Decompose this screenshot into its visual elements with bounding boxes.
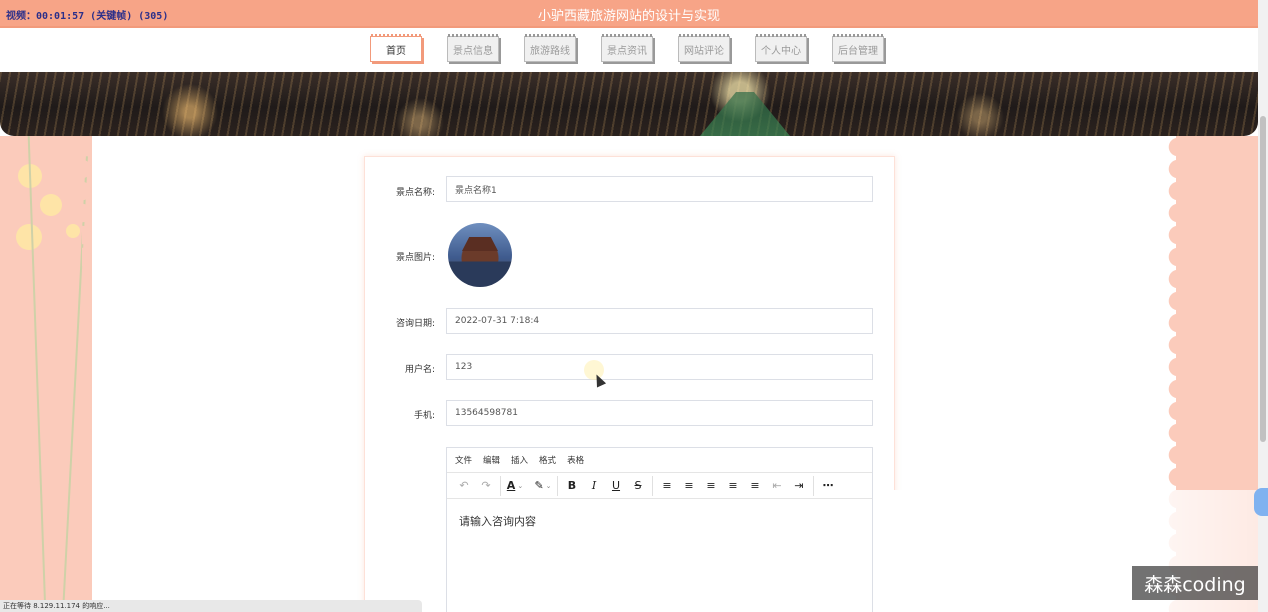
floating-widget-icon[interactable]	[1254, 488, 1268, 516]
toolbar-divider	[652, 475, 653, 496]
username-field[interactable]: 123	[446, 354, 873, 380]
editor-menu-insert[interactable]: 插入	[511, 454, 528, 466]
date-field[interactable]: 2022-07-31 7:18:4	[446, 308, 873, 334]
undo-icon[interactable]: ↶	[453, 476, 475, 496]
align-left-icon[interactable]: ≡	[678, 476, 700, 496]
highlight-color-icon[interactable]: ✎ ⌄	[532, 476, 554, 496]
toolbar-divider	[500, 475, 501, 496]
site-title: 小驴西藏旅游网站的设计与实现	[537, 9, 720, 24]
strikethrough-icon[interactable]: S	[627, 476, 649, 496]
username-label: 用户名:	[404, 365, 435, 375]
date-label: 咨询日期:	[395, 319, 435, 329]
nav-item-attractions[interactable]: 景点信息	[447, 34, 499, 62]
nav-item-routes[interactable]: 旅游路线	[524, 34, 576, 62]
outdent-icon[interactable]: ⇤	[766, 476, 788, 496]
line-height-icon[interactable]: ≡	[656, 476, 678, 496]
align-center-icon[interactable]: ≡	[700, 476, 722, 496]
image-label: 景点图片:	[395, 253, 435, 263]
editor-content-area[interactable]: 请输入咨询内容	[447, 499, 872, 543]
scrollbar-thumb[interactable]	[1260, 116, 1266, 442]
toolbar-divider	[557, 475, 558, 496]
browser-status-bar: 正在等待 8.129.11.174 的响应...	[0, 600, 422, 612]
decor-dot	[16, 224, 42, 250]
main-nav: 首页 景点信息 旅游路线 景点资讯 网站评论 个人中心 后台管理	[370, 34, 909, 64]
consult-form: 景点名称: 景点名称1 景点图片: 咨询日期: 2022-07-31 7:18:…	[364, 156, 895, 612]
justify-icon[interactable]: ≡	[744, 476, 766, 496]
underline-icon[interactable]: U	[605, 476, 627, 496]
decor-dot	[40, 194, 62, 216]
editor-menubar: 文件 编辑 插入 格式 表格	[447, 448, 872, 473]
watermark: 森森coding	[1132, 566, 1258, 600]
site-header: 视频：00:01:57 (关键帧) (305) 小驴西藏旅游网站的设计与实现	[0, 0, 1258, 28]
redo-icon[interactable]: ↷	[475, 476, 497, 496]
more-icon[interactable]: ⋯	[817, 476, 839, 496]
bold-icon[interactable]: B	[561, 476, 583, 496]
hero-banner-image	[0, 72, 1258, 136]
font-color-icon[interactable]: A ⌄	[504, 476, 526, 496]
editor-toolbar: ↶ ↷ A ⌄ ✎ ⌄ B I U S ≡ ≡ ≡ ≡ ≡ ⇤ ⇥ ⋯	[447, 473, 872, 499]
toolbar-divider	[813, 475, 814, 496]
editor-menu-file[interactable]: 文件	[455, 454, 472, 466]
rich-text-editor[interactable]: 文件 编辑 插入 格式 表格 ↶ ↷ A ⌄ ✎ ⌄ B I U S ≡ ≡ ≡ ≡…	[446, 447, 873, 612]
name-field[interactable]: 景点名称1	[446, 176, 873, 202]
name-label: 景点名称:	[395, 188, 435, 198]
pagoda-roof	[462, 237, 498, 251]
editor-menu-table[interactable]: 表格	[567, 454, 584, 466]
indent-icon[interactable]: ⇥	[788, 476, 810, 496]
nav-item-home[interactable]: 首页	[370, 34, 422, 62]
banner-park-strip	[700, 92, 790, 136]
nav-item-admin[interactable]: 后台管理	[832, 34, 884, 62]
decor-dot	[66, 224, 80, 238]
phone-label: 手机:	[413, 411, 435, 421]
italic-icon[interactable]: I	[583, 476, 605, 496]
align-right-icon[interactable]: ≡	[722, 476, 744, 496]
attraction-image	[448, 223, 512, 287]
left-scallop-edge	[82, 136, 96, 612]
phone-field[interactable]: 13564598781	[446, 400, 873, 426]
nav-item-news[interactable]: 景点资讯	[601, 34, 653, 62]
nav-item-comments[interactable]: 网站评论	[678, 34, 730, 62]
editor-menu-format[interactable]: 格式	[539, 454, 556, 466]
nav-item-personal-center[interactable]: 个人中心	[755, 34, 807, 62]
left-decoration	[0, 136, 92, 612]
editor-menu-edit[interactable]: 编辑	[483, 454, 500, 466]
